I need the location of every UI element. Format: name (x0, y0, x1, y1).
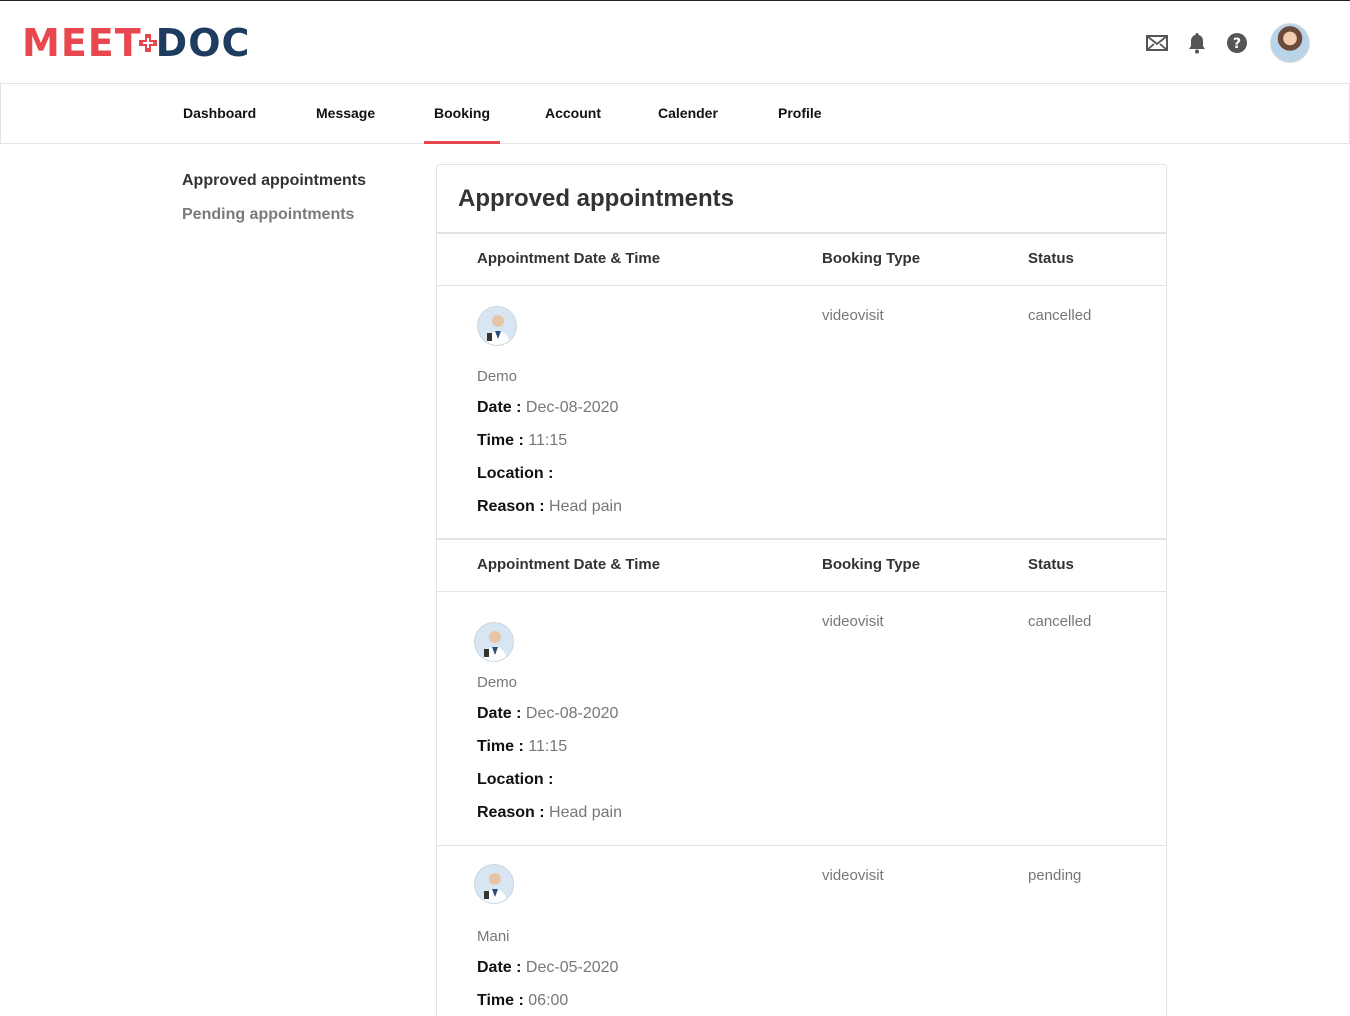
mail-icon[interactable] (1146, 32, 1168, 54)
card-title: Approved appointments (458, 185, 735, 212)
nav-account[interactable]: Account (545, 84, 601, 144)
status: cancelled (1028, 613, 1092, 630)
nav-booking[interactable]: Booking (424, 84, 500, 144)
meetdoc-logo[interactable]: MEET DOC (22, 23, 250, 63)
date-field: Date : Dec-05-2020 (477, 959, 619, 976)
col-status: Status (1028, 250, 1074, 267)
user-avatar[interactable] (1270, 23, 1310, 63)
status: pending (1028, 867, 1082, 884)
table-row: Mani Date : Dec-05-2020 Time : 06:00 vid… (437, 846, 1166, 1016)
location-field: Location : (477, 465, 554, 482)
doctor-avatar (474, 622, 514, 662)
doctor-avatar (477, 306, 517, 346)
logo-meet: MEET (22, 21, 142, 65)
time-field: Time : 06:00 (477, 992, 569, 1009)
time-field: Time : 11:15 (477, 738, 568, 755)
help-icon[interactable]: ? (1226, 32, 1248, 54)
date-field: Date : Dec-08-2020 (477, 705, 619, 722)
patient-name: Demo (477, 368, 518, 385)
sidebar-approved-appointments[interactable]: Approved appointments (182, 172, 366, 190)
booking-type: videovisit (822, 867, 884, 884)
col-status: Status (1028, 556, 1074, 573)
booking-type: videovisit (822, 613, 884, 630)
nav-profile[interactable]: Profile (778, 84, 822, 144)
doctor-avatar (474, 864, 514, 904)
patient-name: Demo (477, 674, 518, 691)
bell-icon[interactable] (1186, 32, 1208, 54)
col-booking-type: Booking Type (822, 250, 921, 267)
top-header: MEET DOC ? (0, 1, 1350, 83)
main-nav: Dashboard Message Booking Account Calend… (0, 83, 1350, 144)
table-header: Appointment Date & Time Booking Type Sta… (437, 232, 1166, 286)
table-row: Demo Date : Dec-08-2020 Time : 11:15 Loc… (437, 592, 1166, 846)
col-booking-type: Booking Type (822, 556, 921, 573)
time-field: Time : 11:15 (477, 432, 568, 449)
header-actions: ? (1146, 23, 1310, 63)
reason-field: Reason : Head pain (477, 804, 622, 821)
reason-field: Reason : Head pain (477, 498, 622, 515)
nav-message[interactable]: Message (316, 84, 375, 144)
table-header: Appointment Date & Time Booking Type Sta… (437, 538, 1166, 592)
booking-type: videovisit (822, 307, 884, 324)
sidebar-pending-appointments[interactable]: Pending appointments (182, 206, 354, 224)
nav-dashboard[interactable]: Dashboard (183, 84, 256, 144)
nav-calender[interactable]: Calender (658, 84, 718, 144)
patient-name: Mani (477, 928, 510, 945)
status: cancelled (1028, 307, 1092, 324)
svg-text:?: ? (1233, 36, 1241, 52)
table-row: Demo Date : Dec-08-2020 Time : 11:15 Loc… (437, 286, 1166, 538)
col-datetime: Appointment Date & Time (477, 250, 661, 267)
appointments-card: Approved appointments Appointment Date &… (436, 164, 1167, 1016)
location-field: Location : (477, 771, 554, 788)
col-datetime: Appointment Date & Time (477, 556, 661, 573)
logo-doc: DOC (155, 21, 251, 65)
date-field: Date : Dec-08-2020 (477, 399, 619, 416)
